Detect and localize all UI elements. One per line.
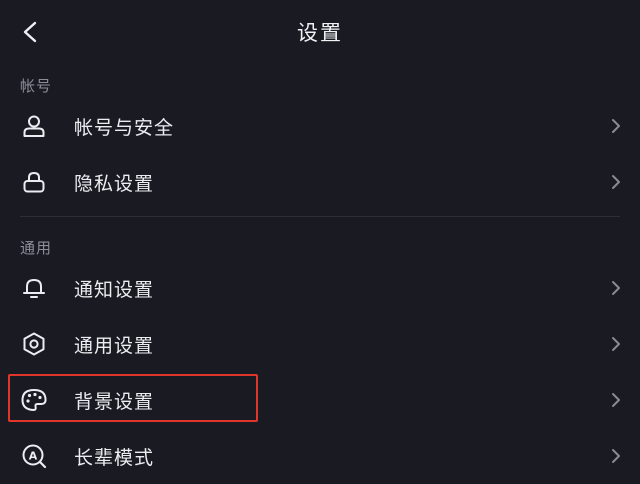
chevron-right-icon [612,119,620,133]
header: 设置 [0,0,640,64]
settings-item-label: 长辈模式 [74,447,155,469]
settings-item-background[interactable]: 背景设置 [0,372,640,428]
bell-icon [20,274,48,302]
settings-item-label: 通用设置 [74,335,155,357]
section-divider [20,216,620,217]
settings-item-privacy[interactable]: 隐私设置 [0,154,640,210]
chevron-right-icon [612,337,620,351]
palette-icon [20,386,48,414]
settings-item-elder-mode[interactable]: A 长辈模式 [0,428,640,484]
user-icon [20,112,48,140]
settings-item-account-security[interactable]: 帐号与安全 [0,98,640,154]
settings-item-label: 隐私设置 [74,173,155,195]
section-title-general: 通用 [20,239,53,257]
settings-item-label: 背景设置 [74,391,155,413]
lock-icon [20,168,48,196]
section-title-account: 帐号 [20,77,53,95]
elder-mode-icon: A [20,442,48,470]
settings-item-notifications[interactable]: 通知设置 [0,260,640,316]
chevron-right-icon [612,281,620,295]
chevron-right-icon [612,175,620,189]
settings-item-label: 通知设置 [74,279,155,301]
page-title: 设置 [297,21,343,45]
settings-item-general[interactable]: 通用设置 [0,316,640,372]
settings-item-label: 帐号与安全 [74,117,175,139]
svg-text:A: A [29,450,38,463]
chevron-right-icon [612,393,620,407]
gear-icon [20,330,48,358]
chevron-right-icon [612,449,620,463]
settings-page: 设置 帐号 帐号与安全 隐私设置 通用 通知设置 通用设置 背景设置 A 长辈模… [0,0,640,480]
